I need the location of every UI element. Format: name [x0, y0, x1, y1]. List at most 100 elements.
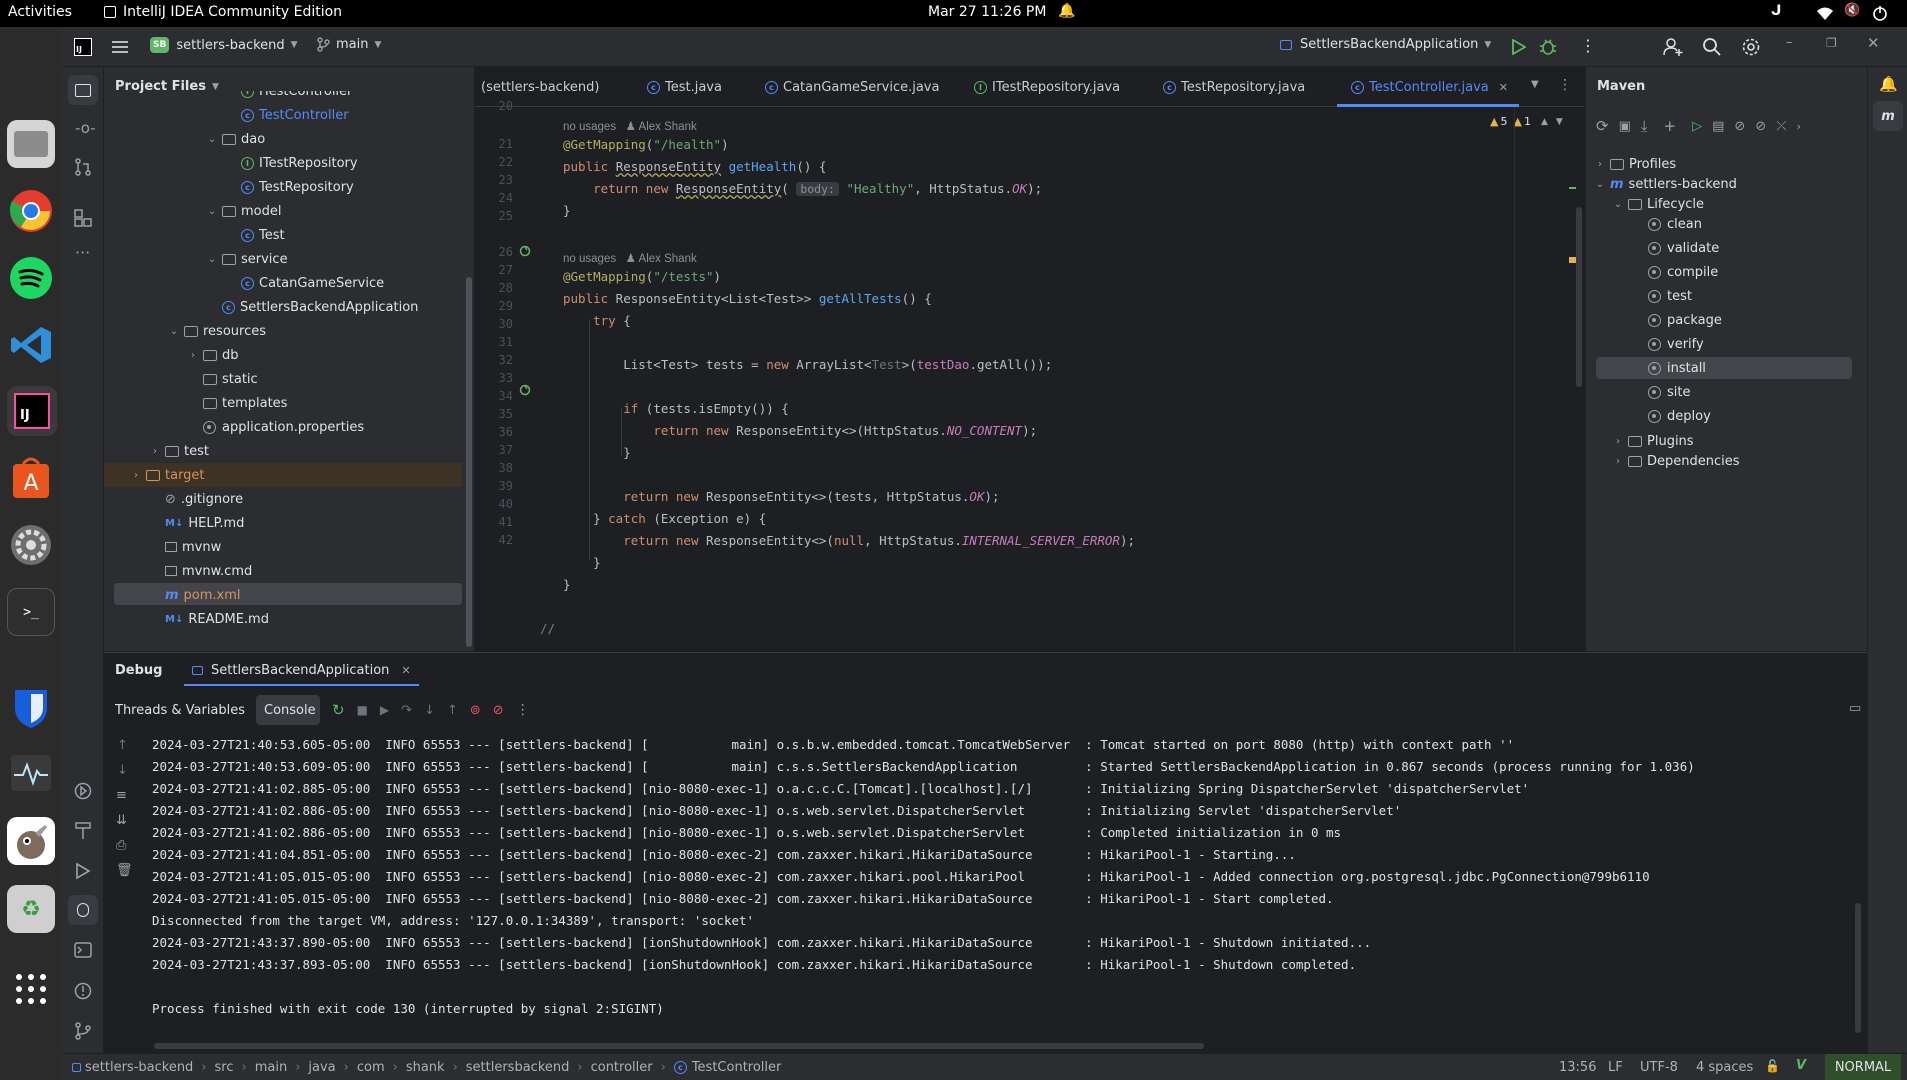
breadcrumb-item[interactable]: com	[357, 1060, 385, 1075]
indent-setting[interactable]: 4 spaces	[1696, 1060, 1753, 1075]
run-maven-icon[interactable]: ▷	[1692, 119, 1702, 134]
more-tools-icon[interactable]: ···	[75, 243, 90, 262]
breadcrumb-item[interactable]: controller	[591, 1060, 653, 1075]
app-center-icon[interactable]: A	[7, 454, 55, 502]
maven-phase-install[interactable]: install	[1648, 356, 1706, 380]
tab-itest-repository[interactable]: I ITestRepository.java	[974, 67, 1120, 107]
system-monitor-icon[interactable]	[7, 749, 55, 797]
code-area[interactable]: no usages ♟ Alex Shank @GetMapping("/hea…	[530, 107, 1570, 651]
gimp-app-icon[interactable]	[7, 817, 55, 865]
tree-item-test[interactable]: c Test	[225, 223, 285, 247]
close-tab-icon[interactable]: ✕	[1499, 81, 1508, 94]
tree-item-dao[interactable]: ⌄ dao	[206, 127, 265, 151]
bitwarden-app-icon[interactable]	[7, 684, 55, 732]
active-app-indicator[interactable]: IntelliJ IDEA Community Edition	[104, 4, 342, 20]
generate-sources-icon[interactable]: ▣	[1619, 119, 1631, 134]
mute-breakpoints-icon[interactable]: ⊘	[493, 703, 504, 718]
chrome-app-icon[interactable]	[7, 187, 55, 235]
chevron-right-icon[interactable]: ›	[187, 350, 199, 361]
wifi-icon[interactable]	[1816, 6, 1834, 20]
power-icon[interactable]	[1872, 5, 1888, 21]
breadcrumb-item[interactable]: settlers-backend	[85, 1060, 193, 1075]
commit-tool-icon[interactable]: -o-	[75, 119, 96, 137]
debug-session-tab[interactable]: SettlersBackendApplication ✕	[184, 656, 419, 686]
execute-goal-icon[interactable]: ▤	[1712, 119, 1724, 134]
tree-item-test[interactable]: › test	[149, 439, 209, 463]
caret-position[interactable]: 13:56	[1559, 1060, 1596, 1075]
trash-icon[interactable]: ♻	[7, 885, 55, 933]
skip-tests-icon[interactable]: ⊘	[1755, 119, 1766, 134]
editor-scrollbar[interactable]	[1576, 207, 1582, 387]
project-tool-button[interactable]	[68, 75, 98, 105]
vscode-app-icon[interactable]	[7, 321, 55, 369]
problems-icon[interactable]	[74, 982, 92, 1000]
git-tool-icon[interactable]	[74, 1022, 92, 1040]
maven-phase-deploy[interactable]: deploy	[1648, 404, 1711, 428]
tree-item-itestrepository[interactable]: I ITestRepository	[225, 151, 358, 175]
services-icon[interactable]	[74, 782, 92, 800]
maven-phase-site[interactable]: site	[1648, 380, 1690, 404]
chevron-down-icon[interactable]: ⌄	[206, 134, 218, 145]
console-v-scrollbar[interactable]	[1855, 903, 1861, 1033]
volume-icon[interactable]: 🔇	[1844, 3, 1860, 18]
layout-icon[interactable]: ▭	[1849, 701, 1861, 716]
tree-item-testcontroller[interactable]: c TestController	[225, 103, 349, 127]
usage-hint[interactable]: no usages ♟ Alex Shank	[563, 251, 697, 265]
notification-bell-icon[interactable]: 🔔	[1058, 3, 1075, 19]
ideavim-icon[interactable]: V	[1796, 1058, 1806, 1073]
project-scrollbar[interactable]	[466, 277, 472, 647]
resume-icon[interactable]: ▶	[380, 703, 389, 717]
tree-item-target[interactable]: › target	[130, 463, 205, 487]
breadcrumb-item[interactable]: TestController	[692, 1060, 782, 1075]
breadcrumb-item[interactable]: shank	[406, 1060, 445, 1075]
activities-button[interactable]: Activities	[8, 4, 72, 20]
intellij-app-icon[interactable]: IJ	[7, 386, 57, 436]
restore-window-icon[interactable]: ❐	[1826, 36, 1837, 50]
minimize-window-icon[interactable]: –	[1786, 35, 1793, 50]
spotify-app-icon[interactable]	[7, 254, 55, 302]
chevron-right-icon[interactable]: ›	[1797, 120, 1801, 133]
step-into-icon[interactable]: ↓	[424, 703, 435, 718]
tree-item-mvnw-cmd[interactable]: mvnw.cmd	[149, 559, 252, 583]
tree-item-static[interactable]: static	[187, 367, 258, 391]
tree-item-pom-xml[interactable]: m pom.xml	[149, 583, 241, 607]
terminal-tool-icon[interactable]	[74, 942, 92, 958]
usage-hint[interactable]: no usages ♟ Alex Shank	[563, 119, 697, 133]
tab-threads-variables[interactable]: Threads & Variables	[115, 703, 245, 718]
maven-phase-validate[interactable]: validate	[1648, 236, 1719, 260]
chevron-down-icon[interactable]: ⌄	[168, 326, 180, 337]
tab-catan-game-service[interactable]: c CatanGameService.java	[765, 67, 939, 107]
breadcrumb-item[interactable]: settlersbackend	[466, 1060, 570, 1075]
close-window-icon[interactable]: ✕	[1867, 34, 1880, 52]
tab-test-java[interactable]: c Test.java	[647, 67, 722, 107]
tree-item-readme-md[interactable]: M↓ README.md	[149, 607, 269, 631]
tree-item-itestcontroller[interactable]: I ITestController	[225, 91, 352, 103]
pull-requests-icon[interactable]	[74, 158, 92, 176]
chevron-down-icon[interactable]: ⌄	[206, 254, 218, 265]
code-with-me-icon[interactable]	[1663, 37, 1683, 57]
settings-gear-icon[interactable]	[1741, 37, 1761, 57]
tree-item-settlersbackendapplication[interactable]: c SettlersBackendApplication	[206, 295, 418, 319]
tree-item-catangameservice[interactable]: c CatanGameService	[225, 271, 384, 295]
more-actions-icon[interactable]: ⋮	[1580, 36, 1596, 55]
tab-more-icon[interactable]: ⋮	[1558, 77, 1572, 93]
offline-mode-icon[interactable]: ⊘	[1734, 119, 1745, 134]
search-icon[interactable]	[1702, 37, 1722, 57]
file-encoding[interactable]: UTF-8	[1640, 1060, 1678, 1075]
tree-item-db[interactable]: › db	[187, 343, 239, 367]
close-tab-icon[interactable]: ✕	[401, 664, 410, 677]
tree-item-application-properties[interactable]: application.properties	[187, 415, 364, 439]
tree-item-resources[interactable]: ⌄ resources	[168, 319, 266, 343]
lock-icon[interactable]: 🔓	[1765, 1059, 1780, 1073]
show-apps-icon[interactable]	[7, 965, 55, 1013]
console-h-scrollbar[interactable]	[154, 1043, 1204, 1049]
breadcrumb-item[interactable]: src	[215, 1060, 234, 1075]
run-tool-icon[interactable]	[75, 862, 91, 880]
breadcrumb-item[interactable]: main	[255, 1060, 287, 1075]
maven-tool-button[interactable]: m	[1873, 101, 1903, 131]
files-app-icon[interactable]	[7, 120, 55, 168]
build-hammer-icon[interactable]	[74, 822, 92, 840]
branch-selector[interactable]: main ▼	[317, 37, 381, 52]
add-icon[interactable]: +	[1664, 117, 1677, 135]
maven-phase-package[interactable]: package	[1648, 308, 1722, 332]
